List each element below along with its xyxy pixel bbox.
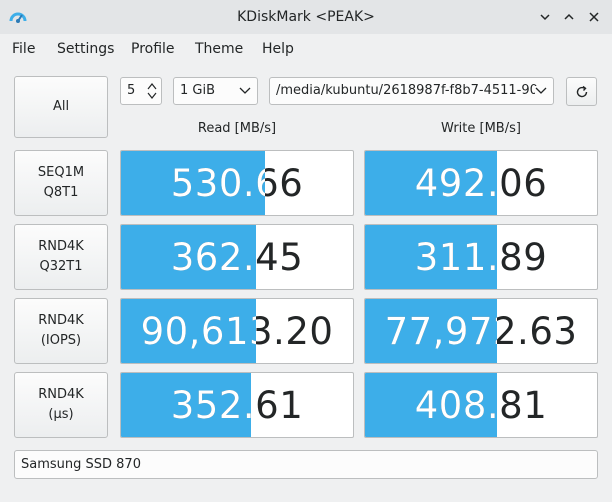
read-result-meter: 90,613.2090,613.20 [120,298,354,364]
chevron-down-icon [239,86,251,96]
test-button[interactable]: RND4K Q32T1 [14,224,108,290]
read-value-highlight: 90,613.20 [140,309,256,353]
loops-spinbox[interactable]: 5 [120,77,162,105]
path-select[interactable]: /media/kubuntu/2618987f-f8b7-4511-90 [269,77,554,105]
menu-bar: File Settings Profile Theme Help [0,34,612,64]
write-result-meter: 77,972.6377,972.63 [364,298,598,364]
test-button[interactable]: RND4K (μs) [14,372,108,438]
read-value-highlight: 362.45 [170,235,256,279]
device-info-field: Samsung SSD 870 [14,450,598,479]
window-title: KDiskMark <PEAK> [237,9,375,25]
test-button[interactable]: SEQ1M Q8T1 [14,150,108,216]
write-value-highlight: 77,972.63 [384,309,498,353]
size-select[interactable]: 1 GiB [173,77,258,105]
all-button[interactable]: All [14,76,108,138]
chevron-down-icon [535,86,547,96]
read-result-meter: 352.61352.61 [120,372,354,438]
read-value-overlay: 352.61 [121,373,251,437]
read-value-highlight: 530.66 [170,161,265,205]
spin-arrows-icon[interactable] [147,81,157,101]
menu-help[interactable]: Help [262,41,294,57]
read-column-header: Read [MB/s] [197,121,277,136]
read-value-overlay: 530.66 [121,151,265,215]
write-value-highlight: 492.06 [414,161,497,205]
read-value-highlight: 352.61 [170,383,251,427]
refresh-icon [576,85,587,97]
write-value-highlight: 408.81 [414,383,497,427]
menu-theme[interactable]: Theme [195,41,243,57]
menu-settings[interactable]: Settings [57,41,114,57]
menu-file[interactable]: File [12,41,35,57]
loops-value: 5 [127,83,136,98]
read-result-meter: 362.45362.45 [120,224,354,290]
size-value: 1 GiB [180,83,216,98]
write-result-meter: 492.06492.06 [364,150,598,216]
read-value-overlay: 362.45 [121,225,256,289]
menu-profile[interactable]: Profile [131,41,175,57]
write-value-overlay: 492.06 [365,151,497,215]
write-value-overlay: 311.89 [365,225,497,289]
help-icon[interactable] [535,7,555,27]
title-bar: KDiskMark <PEAK> [0,0,612,34]
write-result-meter: 408.81408.81 [364,372,598,438]
refresh-button[interactable] [566,77,597,106]
path-value: /media/kubuntu/2618987f-f8b7-4511-90 [276,83,538,98]
write-column-header: Write [MB/s] [441,121,521,136]
write-value-overlay: 408.81 [365,373,497,437]
write-value-highlight: 311.89 [414,235,497,279]
test-button[interactable]: RND4K (IOPS) [14,298,108,364]
read-value-overlay: 90,613.20 [121,299,256,363]
minimize-icon[interactable] [559,7,579,27]
close-icon[interactable] [584,7,604,27]
write-value-overlay: 77,972.63 [365,299,498,363]
read-result-meter: 530.66530.66 [120,150,354,216]
write-result-meter: 311.89311.89 [364,224,598,290]
